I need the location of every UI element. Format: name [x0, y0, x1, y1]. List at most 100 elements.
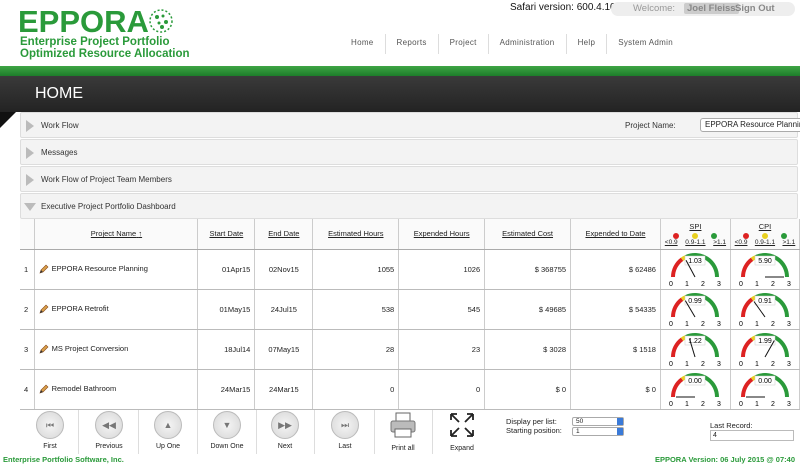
gauge-scale-label: 3: [717, 361, 721, 367]
project-name-cell[interactable]: EPPORA Resource Planning: [34, 249, 199, 290]
gauge-scale-label: 2: [771, 361, 775, 367]
gauge-scale-label: 1: [685, 321, 689, 327]
col-end-date[interactable]: End Date: [254, 219, 314, 250]
project-name-select[interactable]: EPPORA Resource Planning ▲▼: [700, 118, 800, 132]
gauge-scale-label: 3: [787, 401, 791, 407]
gauge-scale-label: 2: [701, 321, 705, 327]
select-arrow-icon: [617, 428, 623, 435]
col-cpi[interactable]: CPI <0.9 0.9-1.1 >1.1: [730, 219, 800, 250]
collapse-arrow-icon[interactable]: [24, 203, 36, 211]
project-name-label: Project Name:: [625, 121, 676, 130]
pencil-edit-icon[interactable]: [39, 304, 49, 314]
gauge-scale-label: 2: [771, 281, 775, 287]
nav-reports[interactable]: Reports: [384, 34, 438, 54]
print-all-button[interactable]: Print all: [385, 411, 421, 452]
spi-gauge: 1.03 0 1 2 3: [669, 253, 721, 287]
section-workflow-label: Work Flow: [41, 121, 79, 130]
project-name-cell[interactable]: Remodel Bathroom: [34, 369, 199, 410]
row-number: 2: [20, 289, 36, 330]
last-record-field[interactable]: 4: [710, 430, 794, 441]
section-dashboard[interactable]: Executive Project Portfolio Dashboard: [20, 193, 798, 219]
section-workflow[interactable]: Work Flow Project Name: EPPORA Resource …: [20, 112, 800, 138]
sign-out-link[interactable]: Sign Out: [735, 3, 775, 14]
estimated-cost: $ 0: [484, 369, 572, 410]
logo: EPPORA: [18, 4, 149, 39]
starting-position-select[interactable]: 1: [572, 427, 624, 436]
dashboard-table: Project Name ↑ Start Date End Date Estim…: [20, 219, 800, 410]
gauge-scale-label: 1: [685, 401, 689, 407]
table-row[interactable]: 3 MS Project Conversion 18Jul14 07May15 …: [20, 329, 800, 370]
start-date: 01Apr15: [197, 249, 256, 290]
col-project-name[interactable]: Project Name ↑: [34, 219, 199, 250]
spi-gauge-cell: 0.99 0 1 2 3: [660, 289, 731, 330]
previous-button[interactable]: ◀◀ Previous: [91, 411, 127, 450]
nav-system-admin[interactable]: System Admin: [606, 34, 684, 54]
table-row[interactable]: 2 EPPORA Retrofit 01May15 24Jul15 538 54…: [20, 289, 800, 330]
pencil-edit-icon[interactable]: [39, 384, 49, 394]
estimated-hours: 1055: [312, 249, 400, 290]
section-team-workflow[interactable]: Work Flow of Project Team Members: [20, 166, 798, 192]
project-name-cell[interactable]: MS Project Conversion: [34, 329, 199, 370]
display-per-list-select[interactable]: 50: [572, 417, 624, 426]
expand-button[interactable]: Expand: [444, 411, 480, 452]
spi-gauge: 0.99 0 1 2 3: [669, 293, 721, 327]
last-button[interactable]: ⏭ Last: [327, 411, 363, 450]
down-one-button[interactable]: ▼ Down One: [209, 411, 245, 450]
project-name-cell[interactable]: EPPORA Retrofit: [34, 289, 199, 330]
start-date: 24Mar15: [197, 369, 256, 410]
gauge-scale-label: 3: [717, 281, 721, 287]
col-expended-to-date[interactable]: Expended to Date: [570, 219, 661, 250]
gauge-value-label: 1.99: [758, 338, 772, 345]
user-name: Joel Fleiss: [684, 3, 739, 14]
gauge-scale-label: 1: [755, 401, 759, 407]
pencil-edit-icon[interactable]: [39, 264, 49, 274]
pencil-edit-icon[interactable]: [39, 344, 49, 354]
table-row[interactable]: 1 EPPORA Resource Planning 01Apr15 02Nov…: [20, 249, 800, 290]
table-header-row: Project Name ↑ Start Date End Date Estim…: [20, 219, 800, 250]
col-estimated-cost[interactable]: Estimated Cost: [484, 219, 572, 250]
estimated-hours: 538: [312, 289, 400, 330]
nav-help[interactable]: Help: [565, 34, 607, 54]
gauge-value-label: 0.99: [689, 298, 703, 305]
gauge-scale-label: 0: [739, 401, 743, 407]
expended-to-date: $ 54335: [570, 289, 661, 330]
col-estimated-hours[interactable]: Estimated Hours: [312, 219, 400, 250]
cpi-gauge-cell: 0.91 0 1 2 3: [730, 289, 800, 330]
expended-to-date: $ 0: [570, 369, 661, 410]
cpi-title: CPI: [758, 221, 772, 231]
next-button[interactable]: ▶▶ Next: [267, 411, 303, 450]
expand-arrow-icon[interactable]: [26, 174, 34, 186]
col-spi[interactable]: SPI <0.9 0.9-1.1 >1.1: [660, 219, 731, 250]
up-one-button[interactable]: ▲ Up One: [150, 411, 186, 450]
logo-dots-icon: [149, 9, 173, 33]
section-dashboard-label: Executive Project Portfolio Dashboard: [41, 202, 176, 211]
expended-to-date: $ 1518: [570, 329, 661, 370]
gauge-band: [740, 297, 754, 318]
nav-administration[interactable]: Administration: [487, 34, 566, 54]
last-record-label: Last Record:: [710, 421, 753, 430]
display-per-list-label: Display per list:: [506, 417, 557, 426]
gauge-scale-label: 3: [787, 361, 791, 367]
nav-project[interactable]: Project: [437, 34, 488, 54]
gauge-scale-label: 0: [669, 401, 673, 407]
first-button[interactable]: ⏮ First: [32, 411, 68, 450]
gauge-scale-label: 0: [739, 281, 743, 287]
table-row[interactable]: 4 Remodel Bathroom 24Mar15 24Mar15 0 0 $…: [20, 369, 800, 410]
expand-arrow-icon[interactable]: [26, 120, 34, 132]
gauge-scale-label: 2: [701, 361, 705, 367]
col-num: [20, 219, 36, 250]
estimated-cost: $ 49685: [484, 289, 572, 330]
cpi-gauge: 0.00 0 1 2 3: [739, 373, 791, 407]
col-start-date[interactable]: Start Date: [197, 219, 256, 250]
expended-hours: 0: [398, 369, 486, 410]
expended-hours: 23: [398, 329, 486, 370]
expand-arrow-icon[interactable]: [26, 147, 34, 159]
project-name-value: EPPORA Resource Planning: [705, 120, 800, 129]
pager-toolbar: ⏮ First ◀◀ Previous ▲ Up One ▼ Down One …: [20, 410, 800, 454]
section-messages[interactable]: Messages: [20, 139, 798, 165]
next-icon: ▶▶: [271, 411, 299, 439]
nav-home[interactable]: Home: [340, 34, 385, 54]
spi-gauge-cell: 1.03 0 1 2 3: [660, 249, 731, 290]
col-expended-hours[interactable]: Expended Hours: [398, 219, 486, 250]
gauge-value-label: 5.90: [758, 258, 772, 265]
